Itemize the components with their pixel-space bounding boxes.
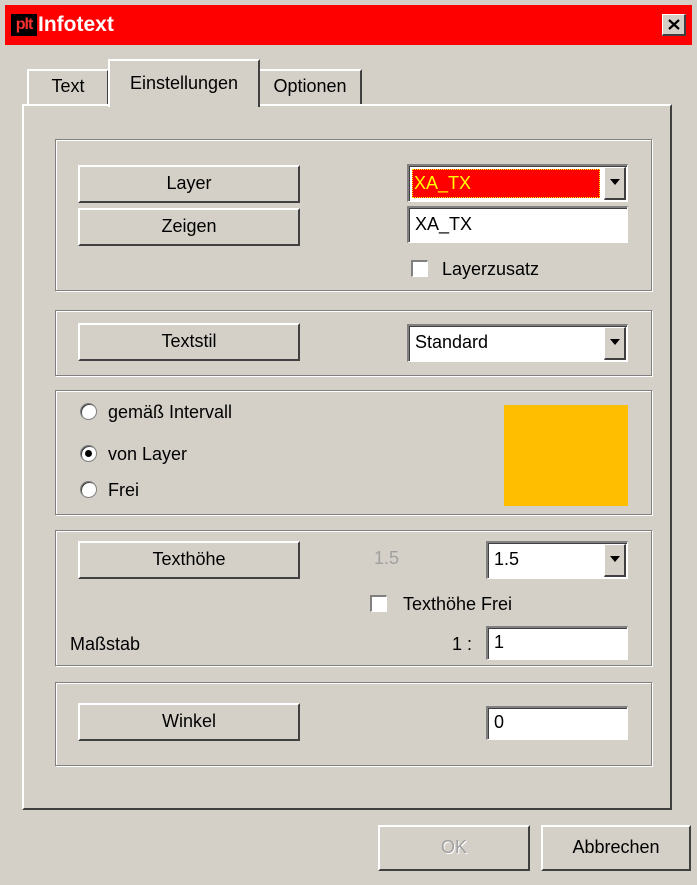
winkel-button[interactable]: Winkel bbox=[78, 703, 300, 741]
radio-frei[interactable] bbox=[80, 481, 97, 498]
close-icon bbox=[668, 19, 680, 30]
massstab-value: 1 bbox=[494, 632, 505, 652]
winkel-field[interactable]: 0 bbox=[486, 706, 628, 740]
massstab-label: Maßstab bbox=[70, 634, 141, 654]
layer-text-field[interactable]: XA_TX bbox=[407, 206, 628, 243]
radio-von-layer[interactable] bbox=[80, 445, 97, 462]
tab-einstellungen[interactable]: Einstellungen bbox=[108, 59, 260, 107]
texthoehe-dropdown[interactable]: 1.5 bbox=[486, 541, 628, 579]
texthoehe-button-label: Texthöhe bbox=[152, 549, 226, 569]
dialog-window: plt Infotext Text Einstellungen Optionen… bbox=[0, 0, 697, 885]
zeigen-button-label: Zeigen bbox=[161, 216, 217, 236]
tab-text[interactable]: Text bbox=[27, 69, 109, 105]
chevron-down-icon[interactable] bbox=[604, 544, 626, 577]
tab-einstellungen-label: Einstellungen bbox=[129, 73, 239, 93]
tab-text-label: Text bbox=[51, 76, 85, 96]
textstil-button-label: Textstil bbox=[161, 331, 217, 351]
texthoehe-frei-checkbox[interactable] bbox=[370, 595, 387, 612]
layer-dropdown[interactable]: XA_TX bbox=[407, 164, 628, 202]
layer-dropdown-selection: XA_TX bbox=[412, 169, 600, 198]
layerzusatz-checkbox[interactable] bbox=[411, 260, 428, 277]
texthoehe-disabled-field: 1.5 bbox=[368, 542, 474, 578]
color-swatch[interactable] bbox=[504, 405, 628, 506]
window-title: Infotext bbox=[38, 13, 114, 36]
texthoehe-dropdown-value: 1.5 bbox=[494, 549, 520, 569]
radio-von-layer-label: von Layer bbox=[108, 444, 188, 464]
ok-button-label: OK bbox=[440, 837, 467, 857]
cancel-button[interactable]: Abbrechen bbox=[541, 825, 691, 871]
close-button[interactable] bbox=[662, 14, 686, 36]
ok-button[interactable]: OK bbox=[378, 825, 530, 871]
radio-gemaess-intervall-label: gemäß Intervall bbox=[108, 402, 233, 422]
app-logo-icon: plt bbox=[11, 14, 37, 36]
title-bar: plt Infotext bbox=[5, 5, 692, 45]
cancel-button-label: Abbrechen bbox=[572, 837, 660, 857]
radio-gemaess-intervall[interactable] bbox=[80, 403, 97, 420]
massstab-prefix: 1 : bbox=[452, 634, 473, 654]
layer-button-label: Layer bbox=[166, 173, 212, 193]
layer-dropdown-value: XA_TX bbox=[414, 173, 472, 193]
winkel-value: 0 bbox=[494, 712, 505, 732]
tab-optionen[interactable]: Optionen bbox=[260, 69, 362, 105]
layer-button[interactable]: Layer bbox=[78, 165, 300, 203]
textstil-button[interactable]: Textstil bbox=[78, 323, 300, 361]
layer-text-value: XA_TX bbox=[415, 214, 473, 234]
zeigen-button[interactable]: Zeigen bbox=[78, 208, 300, 246]
massstab-field[interactable]: 1 bbox=[486, 626, 628, 660]
textstil-dropdown[interactable]: Standard bbox=[407, 324, 628, 362]
chevron-down-icon[interactable] bbox=[604, 327, 626, 360]
tab-optionen-label: Optionen bbox=[273, 76, 347, 96]
radio-frei-label: Frei bbox=[108, 480, 139, 500]
chevron-down-icon[interactable] bbox=[604, 167, 626, 200]
winkel-button-label: Winkel bbox=[161, 711, 216, 731]
textstil-dropdown-value: Standard bbox=[415, 332, 489, 352]
texthoehe-button[interactable]: Texthöhe bbox=[78, 541, 300, 579]
texthoehe-frei-label: Texthöhe Frei bbox=[403, 594, 513, 614]
layerzusatz-label: Layerzusatz bbox=[442, 259, 540, 279]
texthoehe-disabled-value: 1.5 bbox=[374, 548, 400, 568]
